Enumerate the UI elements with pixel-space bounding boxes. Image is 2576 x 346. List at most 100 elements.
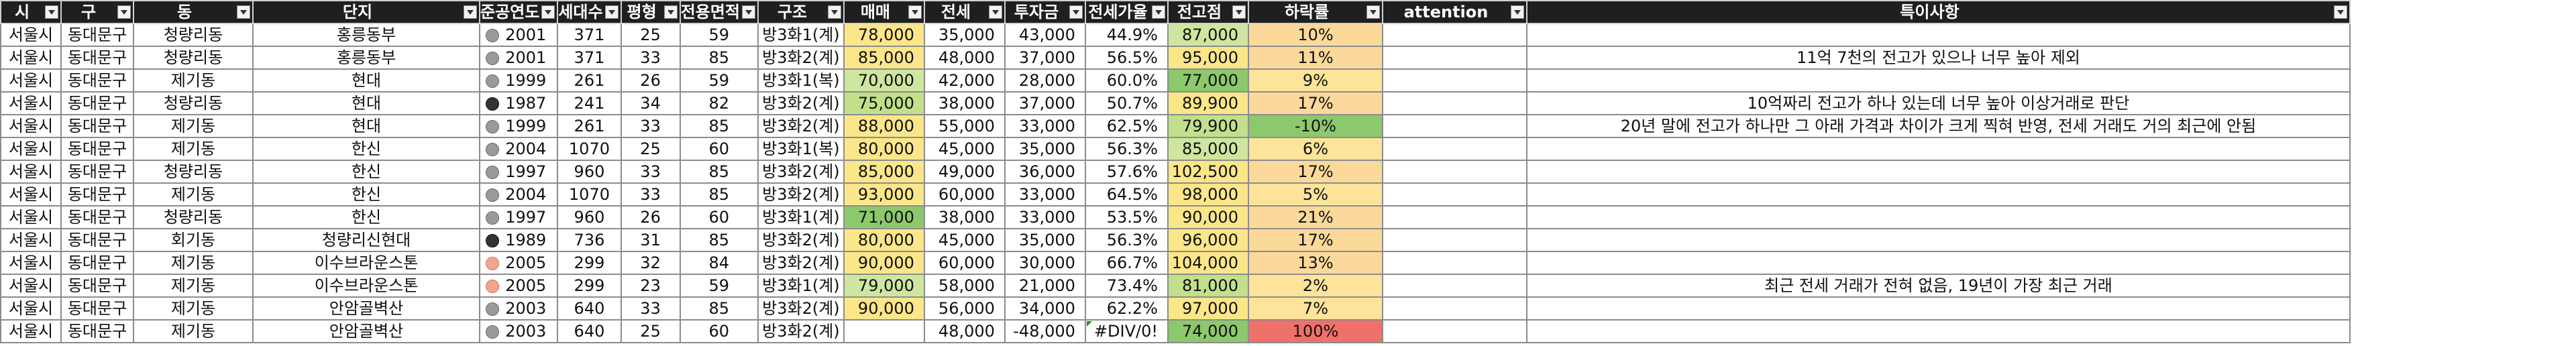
cell-units[interactable]: 261 [557, 114, 622, 138]
cell-attention[interactable] [1381, 319, 1527, 343]
cell-units[interactable]: 640 [557, 319, 622, 343]
cell-si[interactable]: 서울시 [0, 319, 62, 343]
filter-dropdown-icon[interactable] [1151, 5, 1165, 19]
cell-si[interactable]: 서울시 [0, 46, 62, 70]
cell-si[interactable]: 서울시 [0, 228, 62, 252]
cell-units[interactable]: 1070 [557, 137, 622, 161]
cell-danji[interactable]: 이수브라운스톤 [252, 251, 480, 275]
cell-pyeong[interactable]: 32 [620, 251, 681, 275]
cell-drop[interactable]: 17% [1247, 91, 1383, 115]
filter-dropdown-icon[interactable] [1366, 5, 1380, 19]
cell-si[interactable]: 서울시 [0, 137, 62, 161]
cell-dong[interactable]: 청량리동 [133, 46, 254, 70]
cell-note[interactable] [1525, 23, 2351, 47]
cell-dong[interactable]: 회기동 [133, 228, 254, 252]
cell-gu[interactable]: 동대문구 [60, 251, 134, 275]
cell-gujo[interactable]: 방3화2(계) [757, 251, 845, 275]
cell-gu[interactable]: 동대문구 [60, 319, 134, 343]
cell-attention[interactable] [1381, 23, 1527, 47]
cell-gu[interactable]: 동대문구 [60, 68, 134, 93]
cell-dong[interactable]: 제기동 [133, 251, 254, 275]
cell-peak[interactable]: 89,900 [1167, 91, 1249, 115]
cell-jeonse[interactable]: 48,000 [923, 46, 1006, 70]
cell-jeonse[interactable]: 42,000 [923, 68, 1006, 93]
cell-pyeong[interactable]: 23 [620, 274, 681, 298]
cell-gujo[interactable]: 방3화2(계) [757, 228, 845, 252]
cell-gujo[interactable]: 방3화1(계) [757, 23, 845, 47]
cell-rate[interactable]: 66.7% [1084, 251, 1169, 275]
cell-attention[interactable] [1381, 91, 1527, 115]
cell-peak[interactable]: 77,000 [1167, 68, 1249, 93]
cell-drop[interactable]: 17% [1247, 228, 1383, 252]
cell-jeonse[interactable]: 55,000 [923, 114, 1006, 138]
cell-peak[interactable]: 104,000 [1167, 251, 1249, 275]
cell-gu[interactable]: 동대문구 [60, 46, 134, 70]
cell-attention[interactable] [1381, 68, 1527, 93]
cell-jeonse[interactable]: 49,000 [923, 160, 1006, 184]
cell-danji[interactable]: 한신 [252, 182, 480, 207]
cell-gujo[interactable]: 방3화2(계) [757, 160, 845, 184]
cell-year[interactable]: 1999 [478, 68, 559, 93]
cell-rate[interactable]: 60.0% [1084, 68, 1169, 93]
cell-gu[interactable]: 동대문구 [60, 182, 134, 207]
cell-gu[interactable]: 동대문구 [60, 274, 134, 298]
cell-jeonse[interactable]: 45,000 [923, 228, 1006, 252]
cell-jeonse[interactable]: 56,000 [923, 296, 1006, 321]
cell-invest[interactable]: 30,000 [1004, 251, 1086, 275]
column-header-attention[interactable]: attention [1381, 0, 1527, 24]
cell-pyeong[interactable]: 33 [620, 182, 681, 207]
cell-si[interactable]: 서울시 [0, 114, 62, 138]
cell-drop[interactable]: 5% [1247, 182, 1383, 207]
cell-gujo[interactable]: 방3화1(복) [757, 68, 845, 93]
cell-rate[interactable]: 62.2% [1084, 296, 1169, 321]
cell-note[interactable]: 10억짜리 전고가 하나 있는데 너무 높아 이상거래로 판단 [1525, 91, 2351, 115]
cell-drop[interactable]: 100% [1247, 319, 1383, 343]
cell-note[interactable] [1525, 160, 2351, 184]
cell-sale[interactable]: 79,000 [843, 274, 925, 298]
cell-pyeong[interactable]: 25 [620, 319, 681, 343]
filter-dropdown-icon[interactable] [237, 5, 250, 19]
cell-sale[interactable]: 75,000 [843, 91, 925, 115]
column-header-si[interactable]: 시 [0, 0, 62, 24]
cell-area[interactable]: 60 [679, 319, 759, 343]
cell-invest[interactable]: 33,000 [1004, 205, 1086, 229]
cell-peak[interactable]: 98,000 [1167, 182, 1249, 207]
cell-danji[interactable]: 한신 [252, 205, 480, 229]
filter-dropdown-icon[interactable] [1510, 5, 1524, 19]
column-header-rate[interactable]: 전세가율 [1084, 0, 1169, 24]
cell-year[interactable]: 1997 [478, 160, 559, 184]
cell-area[interactable]: 59 [679, 68, 759, 93]
column-header-danji[interactable]: 단지 [252, 0, 480, 24]
cell-sale[interactable]: 70,000 [843, 68, 925, 93]
cell-invest[interactable]: 28,000 [1004, 68, 1086, 93]
cell-gu[interactable]: 동대문구 [60, 205, 134, 229]
cell-peak[interactable]: 74,000 [1167, 319, 1249, 343]
cell-note[interactable]: 11억 7천의 전고가 있으나 너무 높아 제외 [1525, 46, 2351, 70]
cell-attention[interactable] [1381, 228, 1527, 252]
cell-pyeong[interactable]: 26 [620, 68, 681, 93]
cell-attention[interactable] [1381, 114, 1527, 138]
cell-peak[interactable]: 85,000 [1167, 137, 1249, 161]
cell-pyeong[interactable]: 33 [620, 296, 681, 321]
cell-note[interactable] [1525, 251, 2351, 275]
cell-rate[interactable]: 44.9% [1084, 23, 1169, 47]
filter-dropdown-icon[interactable] [1069, 5, 1083, 19]
cell-danji[interactable]: 청량리신현대 [252, 228, 480, 252]
cell-dong[interactable]: 제기동 [133, 182, 254, 207]
cell-sale[interactable]: 78,000 [843, 23, 925, 47]
cell-note[interactable] [1525, 319, 2351, 343]
filter-dropdown-icon[interactable] [117, 5, 131, 19]
cell-peak[interactable]: 102,500 [1167, 160, 1249, 184]
cell-pyeong[interactable]: 33 [620, 46, 681, 70]
cell-attention[interactable] [1381, 46, 1527, 70]
cell-invest[interactable]: 37,000 [1004, 46, 1086, 70]
cell-area[interactable]: 59 [679, 23, 759, 47]
cell-rate[interactable]: 56.3% [1084, 228, 1169, 252]
cell-dong[interactable]: 제기동 [133, 274, 254, 298]
cell-gu[interactable]: 동대문구 [60, 137, 134, 161]
cell-year[interactable]: 1987 [478, 91, 559, 115]
cell-gujo[interactable]: 방3화1(계) [757, 274, 845, 298]
filter-dropdown-icon[interactable] [1232, 5, 1246, 19]
cell-invest[interactable]: 35,000 [1004, 137, 1086, 161]
cell-sale[interactable]: 80,000 [843, 137, 925, 161]
